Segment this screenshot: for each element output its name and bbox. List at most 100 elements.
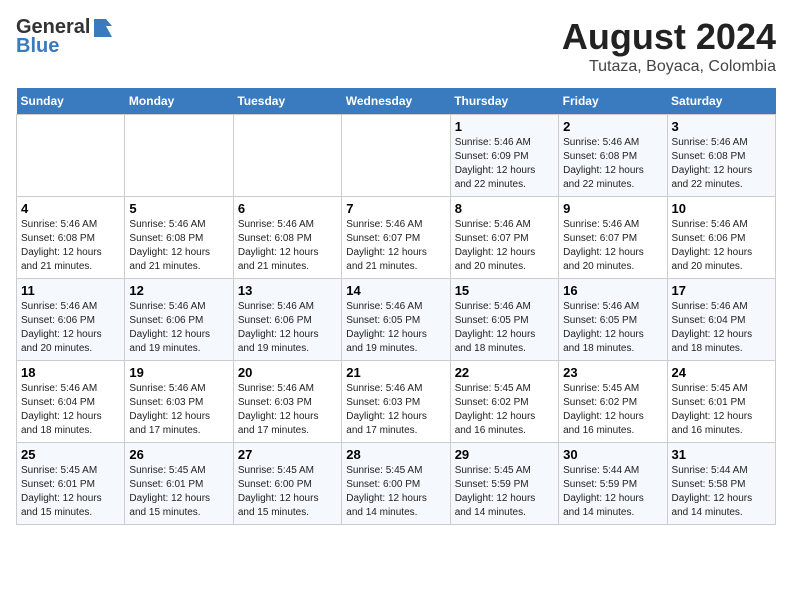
day-number: 15 bbox=[455, 283, 554, 298]
calendar-cell-w3-d2: 20 Sunrise: 5:46 AM Sunset: 6:03 PM Dayli… bbox=[233, 361, 341, 443]
day-number: 21 bbox=[346, 365, 445, 380]
calendar-cell-w4-d0: 25 Sunrise: 5:45 AM Sunset: 6:01 PM Dayli… bbox=[17, 443, 125, 525]
weekday-header-monday: Monday bbox=[125, 88, 233, 115]
day-info: Sunrise: 5:46 AM Sunset: 6:04 PM Dayligh… bbox=[672, 300, 771, 356]
calendar-cell-w4-d4: 29 Sunrise: 5:45 AM Sunset: 5:59 PM Dayli… bbox=[450, 443, 558, 525]
day-number: 17 bbox=[672, 283, 771, 298]
day-info: Sunrise: 5:46 AM Sunset: 6:08 PM Dayligh… bbox=[129, 218, 228, 274]
day-info: Sunrise: 5:45 AM Sunset: 6:01 PM Dayligh… bbox=[21, 464, 120, 520]
day-number: 1 bbox=[455, 119, 554, 134]
day-info: Sunrise: 5:46 AM Sunset: 6:06 PM Dayligh… bbox=[672, 218, 771, 274]
day-info: Sunrise: 5:46 AM Sunset: 6:06 PM Dayligh… bbox=[129, 300, 228, 356]
calendar-cell-w0-d5: 2 Sunrise: 5:46 AM Sunset: 6:08 PM Daylig… bbox=[559, 115, 667, 197]
weekday-header-tuesday: Tuesday bbox=[233, 88, 341, 115]
day-number: 8 bbox=[455, 201, 554, 216]
day-info: Sunrise: 5:46 AM Sunset: 6:06 PM Dayligh… bbox=[238, 300, 337, 356]
day-info: Sunrise: 5:45 AM Sunset: 5:59 PM Dayligh… bbox=[455, 464, 554, 520]
day-number: 19 bbox=[129, 365, 228, 380]
day-info: Sunrise: 5:46 AM Sunset: 6:05 PM Dayligh… bbox=[346, 300, 445, 356]
day-number: 14 bbox=[346, 283, 445, 298]
day-info: Sunrise: 5:46 AM Sunset: 6:08 PM Dayligh… bbox=[238, 218, 337, 274]
calendar-cell-w4-d1: 26 Sunrise: 5:45 AM Sunset: 6:01 PM Dayli… bbox=[125, 443, 233, 525]
calendar-cell-w3-d1: 19 Sunrise: 5:46 AM Sunset: 6:03 PM Dayli… bbox=[125, 361, 233, 443]
day-info: Sunrise: 5:45 AM Sunset: 6:02 PM Dayligh… bbox=[455, 382, 554, 438]
day-number: 11 bbox=[21, 283, 120, 298]
day-number: 4 bbox=[21, 201, 120, 216]
logo-icon bbox=[92, 17, 114, 39]
day-info: Sunrise: 5:46 AM Sunset: 6:03 PM Dayligh… bbox=[238, 382, 337, 438]
day-number: 24 bbox=[672, 365, 771, 380]
day-number: 3 bbox=[672, 119, 771, 134]
calendar-cell-w3-d6: 24 Sunrise: 5:45 AM Sunset: 6:01 PM Dayli… bbox=[667, 361, 775, 443]
calendar-cell-w0-d1 bbox=[125, 115, 233, 197]
calendar-cell-w2-d4: 15Sunrise: 5:46 AM Sunset: 6:05 PM Dayli… bbox=[450, 279, 558, 361]
day-number: 28 bbox=[346, 447, 445, 462]
day-number: 7 bbox=[346, 201, 445, 216]
day-info: Sunrise: 5:46 AM Sunset: 6:08 PM Dayligh… bbox=[672, 136, 771, 192]
calendar-cell-w0-d3 bbox=[342, 115, 450, 197]
page-subtitle: Tutaza, Boyaca, Colombia bbox=[562, 58, 776, 76]
calendar-cell-w3-d5: 23 Sunrise: 5:45 AM Sunset: 6:02 PM Dayli… bbox=[559, 361, 667, 443]
day-info: Sunrise: 5:45 AM Sunset: 6:02 PM Dayligh… bbox=[563, 382, 662, 438]
day-number: 23 bbox=[563, 365, 662, 380]
logo: General Blue bbox=[16, 16, 114, 58]
calendar-cell-w3-d4: 22 Sunrise: 5:45 AM Sunset: 6:02 PM Dayli… bbox=[450, 361, 558, 443]
weekday-header-friday: Friday bbox=[559, 88, 667, 115]
day-info: Sunrise: 5:46 AM Sunset: 6:03 PM Dayligh… bbox=[346, 382, 445, 438]
day-number: 6 bbox=[238, 201, 337, 216]
day-number: 9 bbox=[563, 201, 662, 216]
calendar-cell-w4-d2: 27 Sunrise: 5:45 AM Sunset: 6:00 PM Dayli… bbox=[233, 443, 341, 525]
day-info: Sunrise: 5:46 AM Sunset: 6:08 PM Dayligh… bbox=[21, 218, 120, 274]
calendar-cell-w3-d0: 18Sunrise: 5:46 AM Sunset: 6:04 PM Dayli… bbox=[17, 361, 125, 443]
calendar-cell-w4-d5: 30 Sunrise: 5:44 AM Sunset: 5:59 PM Dayli… bbox=[559, 443, 667, 525]
day-number: 5 bbox=[129, 201, 228, 216]
calendar-table: SundayMondayTuesdayWednesdayThursdayFrid… bbox=[16, 88, 776, 525]
day-info: Sunrise: 5:45 AM Sunset: 6:00 PM Dayligh… bbox=[238, 464, 337, 520]
calendar-cell-w2-d2: 13Sunrise: 5:46 AM Sunset: 6:06 PM Dayli… bbox=[233, 279, 341, 361]
day-info: Sunrise: 5:45 AM Sunset: 6:00 PM Dayligh… bbox=[346, 464, 445, 520]
day-info: Sunrise: 5:46 AM Sunset: 6:06 PM Dayligh… bbox=[21, 300, 120, 356]
day-number: 26 bbox=[129, 447, 228, 462]
calendar-cell-w4-d3: 28 Sunrise: 5:45 AM Sunset: 6:00 PM Dayli… bbox=[342, 443, 450, 525]
title-area: August 2024 Tutaza, Boyaca, Colombia bbox=[562, 16, 776, 76]
day-number: 25 bbox=[21, 447, 120, 462]
day-info: Sunrise: 5:46 AM Sunset: 6:07 PM Dayligh… bbox=[455, 218, 554, 274]
day-info: Sunrise: 5:46 AM Sunset: 6:03 PM Dayligh… bbox=[129, 382, 228, 438]
day-info: Sunrise: 5:44 AM Sunset: 5:59 PM Dayligh… bbox=[563, 464, 662, 520]
calendar-cell-w2-d1: 12 Sunrise: 5:46 AM Sunset: 6:06 PM Dayli… bbox=[125, 279, 233, 361]
weekday-header-thursday: Thursday bbox=[450, 88, 558, 115]
calendar-cell-w2-d6: 17 Sunrise: 5:46 AM Sunset: 6:04 PM Dayli… bbox=[667, 279, 775, 361]
day-info: Sunrise: 5:46 AM Sunset: 6:09 PM Dayligh… bbox=[455, 136, 554, 192]
day-number: 30 bbox=[563, 447, 662, 462]
weekday-header-wednesday: Wednesday bbox=[342, 88, 450, 115]
day-info: Sunrise: 5:46 AM Sunset: 6:05 PM Dayligh… bbox=[563, 300, 662, 356]
day-info: Sunrise: 5:46 AM Sunset: 6:08 PM Dayligh… bbox=[563, 136, 662, 192]
day-info: Sunrise: 5:46 AM Sunset: 6:07 PM Dayligh… bbox=[563, 218, 662, 274]
calendar-cell-w0-d0 bbox=[17, 115, 125, 197]
calendar-cell-w2-d3: 14 Sunrise: 5:46 AM Sunset: 6:05 PM Dayli… bbox=[342, 279, 450, 361]
calendar-cell-w1-d4: 8 Sunrise: 5:46 AM Sunset: 6:07 PM Daylig… bbox=[450, 197, 558, 279]
day-number: 27 bbox=[238, 447, 337, 462]
calendar-cell-w2-d0: 11 Sunrise: 5:46 AM Sunset: 6:06 PM Dayli… bbox=[17, 279, 125, 361]
day-number: 2 bbox=[563, 119, 662, 134]
page-title: August 2024 bbox=[562, 16, 776, 58]
calendar-cell-w1-d1: 5 Sunrise: 5:46 AM Sunset: 6:08 PM Daylig… bbox=[125, 197, 233, 279]
day-number: 12 bbox=[129, 283, 228, 298]
day-info: Sunrise: 5:45 AM Sunset: 6:01 PM Dayligh… bbox=[672, 382, 771, 438]
day-info: Sunrise: 5:46 AM Sunset: 6:04 PM Dayligh… bbox=[21, 382, 120, 438]
calendar-cell-w1-d6: 10Sunrise: 5:46 AM Sunset: 6:06 PM Dayli… bbox=[667, 197, 775, 279]
day-number: 22 bbox=[455, 365, 554, 380]
calendar-cell-w2-d5: 16Sunrise: 5:46 AM Sunset: 6:05 PM Dayli… bbox=[559, 279, 667, 361]
weekday-header-saturday: Saturday bbox=[667, 88, 775, 115]
calendar-cell-w1-d0: 4 Sunrise: 5:46 AM Sunset: 6:08 PM Daylig… bbox=[17, 197, 125, 279]
calendar-cell-w1-d2: 6 Sunrise: 5:46 AM Sunset: 6:08 PM Daylig… bbox=[233, 197, 341, 279]
day-number: 20 bbox=[238, 365, 337, 380]
calendar-cell-w3-d3: 21 Sunrise: 5:46 AM Sunset: 6:03 PM Dayli… bbox=[342, 361, 450, 443]
header: General Blue August 2024 Tutaza, Boyaca,… bbox=[16, 16, 776, 76]
calendar-cell-w4-d6: 31 Sunrise: 5:44 AM Sunset: 5:58 PM Dayli… bbox=[667, 443, 775, 525]
day-info: Sunrise: 5:45 AM Sunset: 6:01 PM Dayligh… bbox=[129, 464, 228, 520]
day-info: Sunrise: 5:44 AM Sunset: 5:58 PM Dayligh… bbox=[672, 464, 771, 520]
calendar-cell-w0-d4: 1 Sunrise: 5:46 AM Sunset: 6:09 PM Daylig… bbox=[450, 115, 558, 197]
day-number: 31 bbox=[672, 447, 771, 462]
day-number: 29 bbox=[455, 447, 554, 462]
